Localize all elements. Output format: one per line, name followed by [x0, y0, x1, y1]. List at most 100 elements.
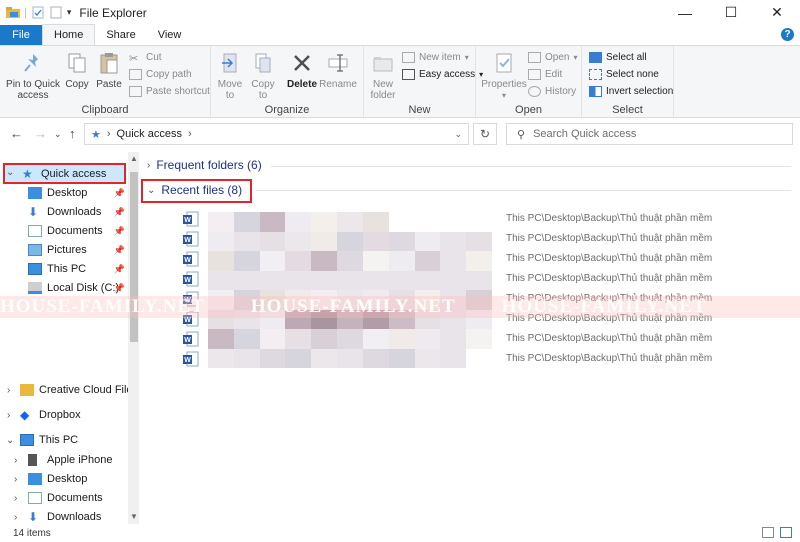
creative-cloud-expand-icon[interactable]: ›: [7, 385, 10, 396]
recent-files-header[interactable]: ⌄ Recent files (8): [147, 183, 242, 197]
nav-item-apple-iphone[interactable]: Apple iPhone: [28, 450, 112, 469]
nav-item-documents[interactable]: Documents: [28, 221, 103, 240]
select-none-button[interactable]: Select none: [589, 69, 659, 80]
copy-button[interactable]: Copy: [62, 50, 92, 90]
blur-cell: [388, 251, 415, 271]
new-folder-quick-icon[interactable]: [49, 6, 63, 19]
pin-icon[interactable]: 📌: [114, 283, 125, 294]
blur-cell: [440, 329, 467, 349]
dropbox-expand-icon[interactable]: ›: [7, 410, 10, 421]
paste-button[interactable]: Paste: [94, 50, 124, 90]
blur-cell: [337, 329, 363, 349]
pin-icon[interactable]: 📌: [114, 245, 125, 256]
help-icon[interactable]: ?: [781, 28, 794, 41]
pin-icon[interactable]: 📌: [114, 207, 125, 218]
minimize-icon[interactable]: —: [662, 0, 708, 25]
apple-iphone-expand-icon[interactable]: ›: [14, 455, 17, 466]
this-pc-expand-icon[interactable]: ⌄: [6, 435, 14, 446]
properties-icon[interactable]: [31, 6, 45, 19]
up-arrow-icon[interactable]: ↑: [69, 126, 76, 141]
invert-selection-button[interactable]: Invert selection: [589, 86, 673, 97]
select-all-button[interactable]: Select all: [589, 52, 647, 63]
breadcrumb-path[interactable]: Quick access: [117, 128, 182, 140]
pin-icon[interactable]: 📌: [114, 188, 125, 199]
back-arrow-icon[interactable]: ←: [10, 126, 23, 141]
tab-file[interactable]: File: [0, 25, 42, 45]
file-location: This PC\Desktop\Backup\Thủ thuật phần mề…: [506, 333, 713, 344]
edit-button[interactable]: Edit: [528, 69, 562, 80]
nav-creative-cloud[interactable]: Creative Cloud Files: [20, 380, 138, 399]
svg-text:W: W: [184, 257, 191, 264]
move-to-button[interactable]: Move to: [215, 50, 245, 101]
nav-dropbox[interactable]: ◆ Dropbox: [20, 405, 81, 424]
open-button[interactable]: Open ▾: [528, 52, 577, 63]
tab-view[interactable]: View: [147, 25, 193, 45]
pin-icon[interactable]: 📌: [114, 226, 125, 237]
blur-cell: [208, 270, 234, 290]
address-dropdown-icon[interactable]: ⌄: [454, 129, 462, 140]
open-chevron-icon: ▾: [573, 53, 578, 62]
recent-locations-chevron-icon[interactable]: ⌄: [54, 129, 62, 140]
documents-icon: [28, 491, 42, 504]
nav-item-documents[interactable]: Documents: [28, 488, 103, 507]
large-icons-view-icon[interactable]: [780, 527, 792, 538]
pin-to-quick-access-button[interactable]: Pin to Quick access: [5, 50, 61, 101]
documents-expand-icon[interactable]: ›: [14, 493, 17, 504]
new-folder-icon: [371, 50, 395, 76]
svg-text:W: W: [184, 337, 191, 344]
nav-item-pictures[interactable]: Pictures: [28, 240, 87, 259]
desktop-expand-icon[interactable]: ›: [14, 474, 17, 485]
breadcrumb-chevron-icon[interactable]: ›: [188, 128, 192, 140]
svg-text:W: W: [184, 217, 191, 224]
blur-cell: [285, 251, 312, 271]
address-bar[interactable]: ★ › Quick access › ⌄: [84, 123, 469, 145]
nav-item-desktop[interactable]: Desktop: [28, 469, 87, 488]
easy-access-button[interactable]: Easy access ▾: [402, 69, 483, 80]
organize-group-label: Organize: [264, 104, 310, 116]
frequent-folders-header[interactable]: › Frequent folders (6): [147, 158, 262, 172]
watermark-text: HOUSE-FAMILY.NET: [250, 296, 456, 317]
copy-to-button[interactable]: Copy to: [248, 50, 278, 101]
address-toolbar: ← → ⌄ ↑ ★ › Quick access › ⌄ ↻ ⚲ Search …: [0, 119, 800, 147]
nav-item-downloads[interactable]: ⬇ Downloads: [28, 202, 101, 221]
file-location: This PC\Desktop\Backup\Thủ thuật phần mề…: [506, 273, 713, 284]
close-icon[interactable]: ✕: [754, 0, 800, 25]
quick-access-expand-icon[interactable]: ⌄: [6, 167, 14, 178]
paste-shortcut-button[interactable]: Paste shortcut: [129, 86, 210, 97]
watermark: HOUSE-FAMILY.NET HOUSE-FAMILY.NET HOUSE-…: [0, 296, 800, 318]
nav-item-local-disk[interactable]: Local Disk (C:): [28, 278, 119, 297]
recent-collapse-icon: ⌄: [147, 184, 156, 196]
forward-arrow-icon[interactable]: →: [34, 126, 47, 141]
scroll-up-icon[interactable]: ▲: [130, 154, 138, 163]
search-input[interactable]: ⚲ Search Quick access: [506, 123, 793, 145]
nav-quick-access[interactable]: ★ Quick access: [22, 164, 106, 183]
maximize-icon[interactable]: ☐: [708, 0, 754, 25]
new-item-button[interactable]: New item ▾: [402, 52, 469, 63]
nav-item-this-pc[interactable]: This PC: [28, 259, 86, 278]
file-location: This PC\Desktop\Backup\Thủ thuật phần mề…: [506, 213, 713, 224]
customize-qat-icon[interactable]: ▾: [67, 7, 72, 18]
group-clipboard: Pin to Quick access Copy Paste ✂ Cut Copy…: [0, 46, 211, 118]
new-group-label: New: [408, 104, 431, 116]
delete-button[interactable]: Delete: [285, 50, 319, 90]
new-folder-button[interactable]: New folder: [368, 50, 398, 101]
blur-cell: [414, 212, 441, 232]
open-group-label: Open: [515, 104, 542, 116]
refresh-icon[interactable]: ↻: [473, 123, 497, 145]
properties-button[interactable]: Properties ▾: [481, 50, 527, 101]
downloads-expand-icon[interactable]: ›: [14, 512, 17, 523]
edit-label: Edit: [545, 69, 563, 80]
scroll-down-icon[interactable]: ▼: [130, 512, 138, 521]
cut-button[interactable]: ✂ Cut: [129, 52, 162, 65]
pin-icon[interactable]: 📌: [114, 264, 125, 275]
nav-this-pc[interactable]: This PC: [20, 430, 78, 449]
nav-item-desktop[interactable]: Desktop: [28, 183, 87, 202]
tab-home[interactable]: Home: [42, 24, 96, 45]
blur-cell: [388, 270, 415, 290]
history-button[interactable]: History: [528, 86, 576, 97]
tab-share[interactable]: Share: [95, 25, 146, 45]
rename-label: Rename: [319, 79, 357, 90]
details-view-icon[interactable]: [762, 527, 774, 538]
rename-button[interactable]: Rename: [319, 50, 357, 90]
copy-path-button[interactable]: Copy path: [129, 69, 192, 80]
